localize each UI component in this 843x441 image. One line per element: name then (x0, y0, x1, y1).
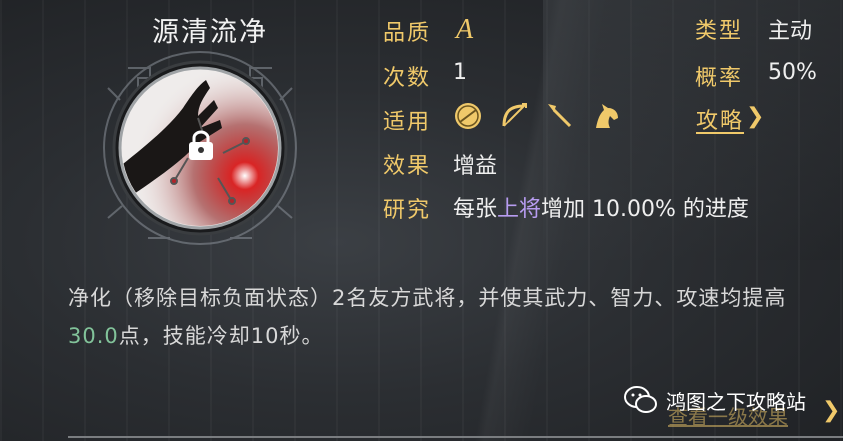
description-value: 30.0 (68, 324, 119, 348)
count-label: 次数 (383, 66, 432, 91)
effect-value: 增益 (453, 154, 498, 179)
effect-label: 效果 (383, 154, 432, 179)
rate-value: 50% (768, 60, 817, 85)
research-highlight: 上将 (497, 197, 542, 222)
unit-type-icons (452, 100, 622, 132)
watermark: 鸿图之下攻略站 (624, 385, 806, 415)
divider (68, 436, 843, 438)
shield-icon (455, 103, 481, 129)
skill-description: 净化（移除目标负面状态）2名友方武将，并使其武力、智力、攻速均提高 30.0点，技… (68, 279, 828, 355)
strategy-link[interactable]: 攻略 (696, 103, 744, 135)
quality-label: 品质 (383, 21, 432, 46)
research-suffix: 增加 10.00% 的进度 (541, 197, 749, 222)
skill-emblem (103, 51, 297, 245)
quality-value: A (456, 14, 474, 45)
chevron-right-icon[interactable]: ❯ (746, 104, 764, 129)
spear-icon (548, 104, 572, 128)
chevron-right-icon[interactable]: ❯ (822, 398, 840, 423)
description-suffix: 点，技能冷却10秒。 (118, 324, 324, 348)
rate-label: 概率 (695, 66, 744, 91)
applies-label: 适用 (383, 110, 432, 135)
research-label: 研究 (383, 198, 432, 223)
skill-title: 源清流净 (152, 17, 268, 48)
horse-icon (596, 104, 618, 128)
bow-icon (502, 103, 527, 127)
wechat-icon (624, 386, 657, 413)
research-prefix: 每张 (453, 197, 498, 222)
watermark-text: 鸿图之下攻略站 (666, 389, 806, 414)
type-label: 类型 (695, 19, 744, 44)
type-value: 主动 (768, 19, 813, 44)
description-prefix: 净化（移除目标负面状态）2名友方武将，并使其武力、智力、攻速均提高 (68, 286, 787, 310)
research-text: 每张上将增加 10.00% 的进度 (453, 191, 749, 223)
count-value: 1 (453, 60, 467, 85)
